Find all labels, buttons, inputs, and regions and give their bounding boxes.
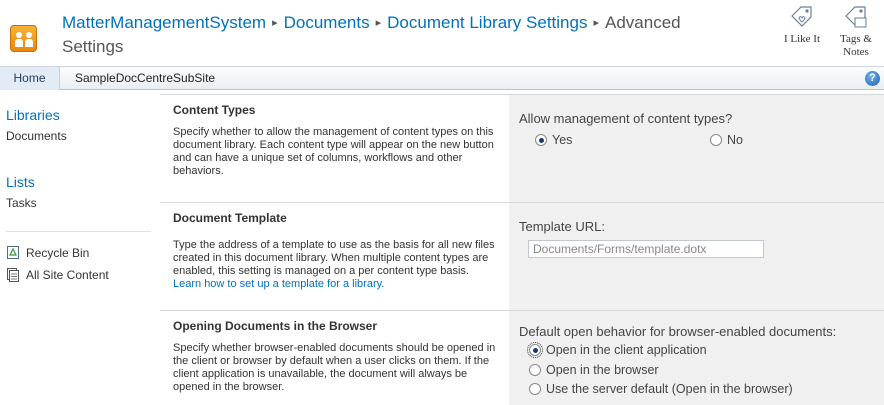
breadcrumb-documents[interactable]: Documents <box>284 13 370 32</box>
section-text: Specify whether to allow the management … <box>173 126 494 177</box>
breadcrumb-separator: ▸ <box>375 17 382 29</box>
top-navigation: Home SampleDocCentreSubSite ? <box>0 66 884 90</box>
page-header: MatterManagementSystem ▸ Documents ▸ Documen… <box>0 0 884 66</box>
nav-all-site-content[interactable]: All Site Content <box>6 267 109 282</box>
nav-item-tasks[interactable]: Tasks <box>6 196 37 210</box>
nav-item-documents[interactable]: Documents <box>6 129 67 143</box>
radio-label: Yes <box>552 133 573 147</box>
radio-button[interactable] <box>710 134 722 146</box>
tag-heart-icon <box>791 6 812 27</box>
section-description: Content Types Specify whether to allow t… <box>160 94 509 202</box>
breadcrumb-current: Advanced <box>605 13 681 32</box>
section-description: Document Template Type the address of a … <box>160 202 509 310</box>
tags-notes-label-1: Tags & <box>840 33 872 45</box>
recycle-bin-label: Recycle Bin <box>26 245 90 260</box>
breadcrumb-current-line2: Settings <box>62 37 124 56</box>
radio-label: Open in the client application <box>546 343 707 357</box>
recycle-bin-icon <box>7 246 19 259</box>
site-logo-icon[interactable] <box>10 25 37 52</box>
tags-notes-label-2: Notes <box>843 46 869 58</box>
breadcrumb-separator: ▸ <box>593 17 599 29</box>
radio-button[interactable] <box>535 134 547 146</box>
section-opening-documents: Opening Documents in the Browser Specify… <box>160 310 884 405</box>
section-content-types: Content Types Specify whether to allow t… <box>160 94 884 202</box>
tab-home[interactable]: Home <box>0 67 60 90</box>
section-field: Template URL: <box>509 202 884 310</box>
learn-template-link[interactable]: Learn how to set up a template for a lib… <box>173 278 384 290</box>
radio-button[interactable] <box>527 342 543 358</box>
section-title: Document Template <box>173 211 287 225</box>
radio-content-types-no[interactable]: No <box>710 133 743 147</box>
i-like-it-button[interactable]: I Like It <box>777 4 827 46</box>
radio-label: Open in the browser <box>546 363 659 377</box>
template-url-input[interactable] <box>528 240 764 258</box>
tags-notes-button[interactable]: Tags & Notes <box>831 4 881 59</box>
section-field: Allow management of content types? Yes N… <box>509 94 884 202</box>
radio-label: No <box>727 133 743 147</box>
breadcrumb-separator: ▸ <box>272 17 278 29</box>
breadcrumb-library-settings[interactable]: Document Library Settings <box>387 13 587 32</box>
section-field: Default open behavior for browser-enable… <box>509 310 884 405</box>
field-label: Allow management of content types? <box>519 111 733 126</box>
radio-content-types-yes[interactable]: Yes <box>535 133 572 147</box>
field-label: Default open behavior for browser-enable… <box>519 324 837 339</box>
section-document-template: Document Template Type the address of a … <box>160 202 884 310</box>
radio-server-default[interactable]: Use the server default (Open in the brow… <box>529 382 793 396</box>
all-site-content-label: All Site Content <box>26 267 109 282</box>
radio-open-browser[interactable]: Open in the browser <box>529 363 659 377</box>
breadcrumb: MatterManagementSystem ▸ Documents ▸ Documen… <box>62 12 762 57</box>
radio-button[interactable] <box>529 364 541 376</box>
radio-button[interactable] <box>529 383 541 395</box>
i-like-it-label: I Like It <box>783 33 821 45</box>
nav-recycle-bin[interactable]: Recycle Bin <box>6 245 89 260</box>
nav-divider <box>6 231 151 232</box>
section-title: Content Types <box>173 103 256 117</box>
nav-heading-lists[interactable]: Lists <box>6 174 35 190</box>
field-label: Template URL: <box>519 219 605 234</box>
section-text: Type the address of a template to use as… <box>173 239 499 291</box>
radio-open-client[interactable]: Open in the client application <box>527 342 707 358</box>
section-text-body: Type the address of a template to use as… <box>173 239 495 277</box>
section-title: Opening Documents in the Browser <box>173 319 378 333</box>
breadcrumb-site[interactable]: MatterManagementSystem <box>62 13 266 32</box>
tab-subsite[interactable]: SampleDocCentreSubSite <box>70 67 220 90</box>
tag-notes-icon <box>845 6 867 28</box>
quick-launch: Libraries Documents Lists Tasks Recycle … <box>0 91 160 405</box>
nav-heading-libraries[interactable]: Libraries <box>6 107 60 123</box>
radio-label: Use the server default (Open in the brow… <box>546 382 793 396</box>
section-description: Opening Documents in the Browser Specify… <box>160 310 509 405</box>
help-icon[interactable]: ? <box>865 71 880 86</box>
section-text: Specify whether browser-enabled document… <box>173 342 496 393</box>
site-content-icon <box>7 268 19 282</box>
